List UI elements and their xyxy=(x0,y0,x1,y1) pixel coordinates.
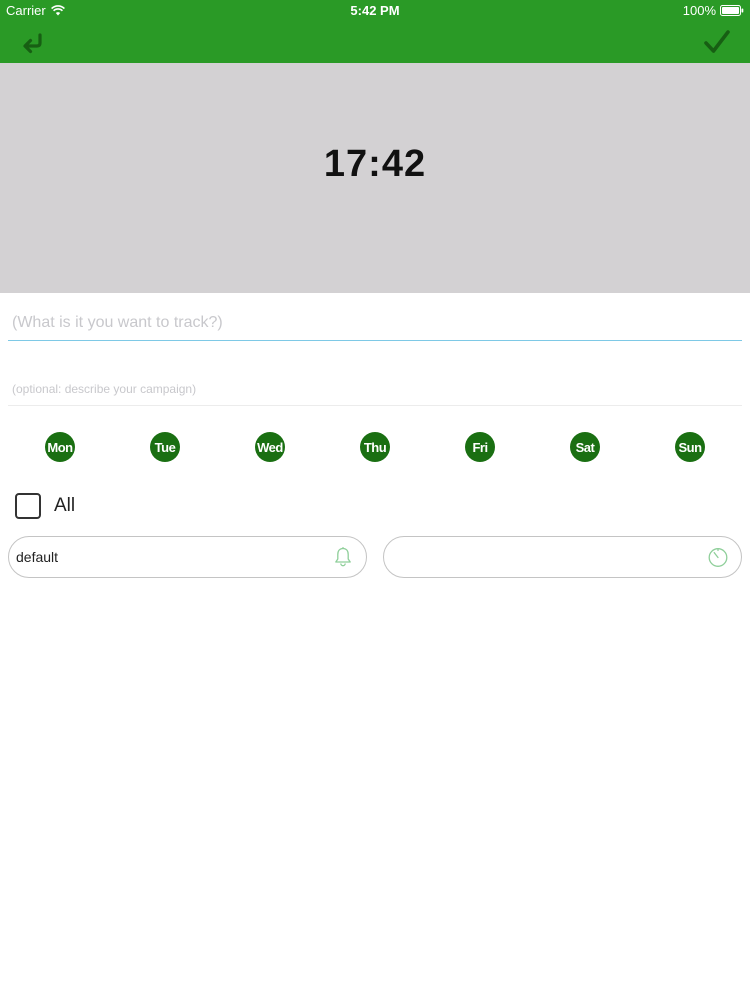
all-days-label: All xyxy=(54,495,76,516)
weekday-selector: Mon Tue Wed Thu Fri Sat Sun xyxy=(0,432,750,462)
day-button-sun[interactable]: Sun xyxy=(675,432,705,462)
screen: Carrier 5:42 PM 100% 17:42 (What is it y… xyxy=(0,0,750,1000)
status-bar: Carrier 5:42 PM 100% xyxy=(0,0,750,22)
bell-icon[interactable] xyxy=(332,546,354,568)
battery-icon xyxy=(720,5,744,16)
day-button-wed[interactable]: Wed xyxy=(255,432,285,462)
day-button-thu[interactable]: Thu xyxy=(360,432,390,462)
title-input[interactable] xyxy=(8,305,742,341)
checkbox-box[interactable] xyxy=(15,493,41,519)
reminder-field[interactable]: default xyxy=(8,536,367,578)
time-picker-panel[interactable]: 17:42 xyxy=(0,63,750,293)
status-time: 5:42 PM xyxy=(350,3,400,18)
day-button-mon[interactable]: Mon xyxy=(45,432,75,462)
done-button[interactable] xyxy=(702,27,732,57)
status-right: 100% xyxy=(683,3,744,18)
day-button-fri[interactable]: Fri xyxy=(465,432,495,462)
timer-field[interactable] xyxy=(383,536,742,578)
battery-percent: 100% xyxy=(682,3,716,18)
timer-icon[interactable] xyxy=(707,546,729,568)
back-arrow-icon xyxy=(23,33,42,54)
back-button[interactable] xyxy=(18,28,48,56)
checkmark-icon xyxy=(704,30,730,53)
description-input[interactable] xyxy=(8,372,742,406)
time-display[interactable]: 17:42 xyxy=(0,143,750,186)
all-days-checkbox[interactable]: All xyxy=(15,490,75,522)
reminder-value: default xyxy=(16,549,59,565)
nav-bar xyxy=(0,22,750,63)
day-button-tue[interactable]: Tue xyxy=(150,432,180,462)
day-button-sat[interactable]: Sat xyxy=(570,432,600,462)
